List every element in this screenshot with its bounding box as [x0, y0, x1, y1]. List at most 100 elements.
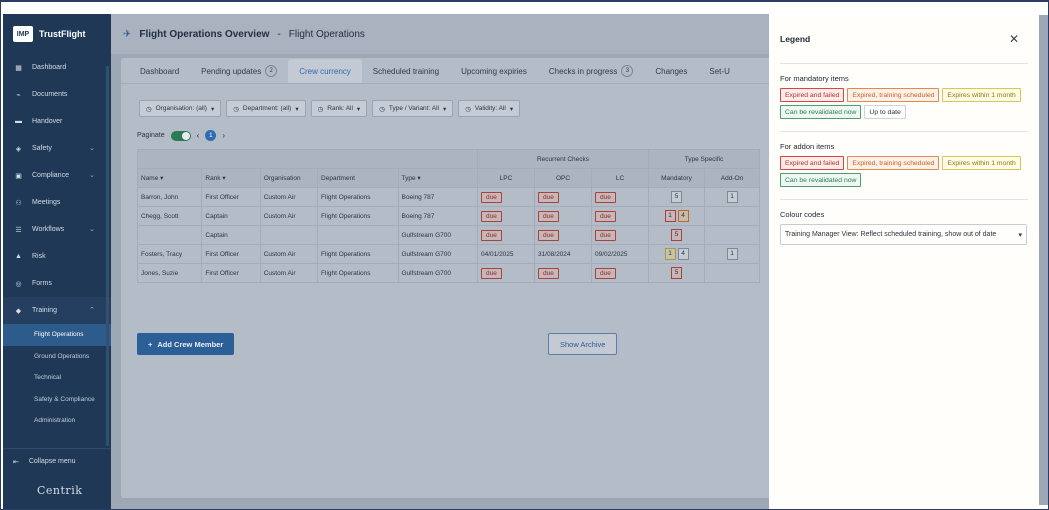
- close-icon[interactable]: ✕: [1009, 32, 1019, 46]
- sidebar-subitem-ground-operations[interactable]: Ground Operations: [3, 346, 111, 368]
- brand-logo: IMP: [13, 26, 33, 42]
- filter-department[interactable]: ◷ Department: (all) ▾: [226, 100, 306, 117]
- forms-icon: ◎: [15, 280, 22, 288]
- sidebar-subitem-administration[interactable]: Administration: [3, 410, 111, 432]
- column-header-label: Type: [401, 175, 416, 182]
- due-badge[interactable]: due: [595, 210, 616, 222]
- cell-rank: First Officer: [201, 263, 261, 283]
- due-badge[interactable]: due: [538, 210, 559, 222]
- page-number[interactable]: 1: [205, 130, 217, 141]
- sidebar-item-handover[interactable]: ▬ Handover: [3, 108, 111, 135]
- cell-mandatory: 5: [648, 263, 705, 283]
- due-badge[interactable]: due: [538, 229, 559, 241]
- count-badge[interactable]: 5: [671, 191, 682, 203]
- sidebar-item-meetings[interactable]: ⚇ Meetings: [3, 189, 111, 216]
- tab-pending-updates[interactable]: Pending updates 2: [190, 59, 288, 83]
- paginate-toggle[interactable]: [170, 130, 191, 141]
- sidebar-subitem-safety-compliance[interactable]: Safety & Compliance: [3, 389, 111, 411]
- due-badge[interactable]: due: [595, 229, 616, 241]
- column-header-rank[interactable]: Rank ▾: [201, 168, 261, 188]
- cell-opc: due: [534, 206, 592, 226]
- tab-checks-in-progress[interactable]: Checks in progress 3: [538, 59, 644, 83]
- cell-dept: [317, 225, 399, 245]
- column-header-add-on: Add-On: [704, 168, 760, 188]
- column-header-label: Department: [321, 174, 355, 182]
- sidebar-item-risk[interactable]: ▲ Risk: [3, 243, 111, 270]
- sidebar-item-dashboard[interactable]: ▦ Dashboard: [3, 54, 111, 81]
- due-badge[interactable]: due: [595, 191, 616, 203]
- cell-addon: [704, 263, 760, 283]
- cell-lpc: 04/01/2025: [477, 244, 535, 264]
- due-badge[interactable]: due: [481, 267, 502, 279]
- workflows-icon: ☰: [15, 226, 22, 234]
- sort-icon: ▾: [220, 175, 226, 182]
- cell-addon: 1: [704, 187, 760, 207]
- tab-crew-currency[interactable]: Crew currency: [288, 59, 362, 83]
- due-badge[interactable]: due: [538, 267, 559, 279]
- tab-upcoming-expiries[interactable]: Upcoming expiries: [450, 59, 538, 83]
- sidebar-item-forms[interactable]: ◎ Forms: [3, 270, 111, 297]
- count-badge[interactable]: 5: [671, 267, 682, 279]
- sidebar-item-workflows[interactable]: ☰ Workflows ⌄: [3, 216, 111, 243]
- tab-set-u[interactable]: Set-U: [698, 59, 740, 83]
- cell-name: Fosters, Tracy: [136, 244, 203, 264]
- sidebar: IMP TrustFlight ▦ Dashboard ⌁ Documents ▬ Han…: [3, 14, 111, 509]
- count-badge[interactable]: 1: [726, 191, 738, 203]
- table-row[interactable]: Captain Gulfstream G700 due due due 5: [136, 225, 760, 245]
- filter-icon: ◷: [379, 105, 385, 113]
- breadcrumb: Flight Operations: [288, 28, 365, 40]
- table-row[interactable]: Fosters, Tracy First Officer Custom Air Fli…: [136, 244, 760, 264]
- sidebar-item-compliance[interactable]: ▣ Compliance ⌄: [3, 162, 111, 189]
- due-badge[interactable]: due: [481, 210, 502, 222]
- table-row[interactable]: Barron, John First Officer Custom Air Fligh…: [136, 187, 760, 207]
- table-row[interactable]: Chegg, Scott Captain Custom Air Flight Oper…: [136, 206, 760, 226]
- count-badge[interactable]: 5: [671, 229, 682, 241]
- tab-label: Crew currency: [299, 66, 351, 76]
- next-page-icon[interactable]: ›: [222, 131, 225, 140]
- column-header-label: Organisation: [263, 174, 301, 182]
- chevron-down-icon: ▾: [1018, 231, 1022, 239]
- plus-icon: +: [148, 339, 153, 349]
- filter-rank[interactable]: ◷ Rank: All ▾: [310, 100, 368, 117]
- tab-dashboard[interactable]: Dashboard: [129, 59, 190, 83]
- filter-validity[interactable]: ◷ Validity: All ▾: [458, 100, 521, 117]
- due-badge[interactable]: due: [595, 267, 616, 279]
- table-row[interactable]: Jones, Suzie First Officer Custom Air Fligh…: [136, 263, 760, 283]
- filter-type-variant[interactable]: ◷ Type / Variant: All ▾: [372, 100, 454, 117]
- tab-changes[interactable]: Changes: [644, 59, 698, 83]
- count-badge[interactable]: 1: [726, 248, 738, 260]
- count-badge[interactable]: 1: [664, 210, 676, 222]
- cell-lpc: due: [477, 187, 535, 207]
- due-badge[interactable]: due: [538, 191, 559, 203]
- colour-codes-select[interactable]: Training Manager View: Reflect scheduled…: [780, 224, 1027, 245]
- due-badge[interactable]: due: [481, 191, 502, 203]
- backdrop-strip: [1039, 15, 1048, 505]
- sidebar-subitem-flight-operations[interactable]: Flight Operations: [3, 324, 111, 346]
- add-crew-member-label: Add Crew Member: [157, 339, 224, 349]
- cell-rank: Captain: [201, 225, 261, 245]
- sidebar-subitem-technical[interactable]: Technical: [3, 367, 111, 389]
- legend-chip-expired-training-scheduled: Expired, training scheduled: [847, 156, 940, 170]
- add-crew-member-button[interactable]: + Add Crew Member: [137, 333, 235, 355]
- column-header-name[interactable]: Name ▾: [136, 168, 203, 188]
- prev-page-icon[interactable]: ‹: [197, 131, 200, 140]
- due-badge[interactable]: due: [481, 229, 502, 241]
- filter-organisation[interactable]: ◷ Organisation: (all) ▾: [139, 100, 222, 117]
- cell-org: Custom Air: [259, 244, 319, 264]
- dashboard-icon: ▦: [15, 64, 22, 72]
- count-badge[interactable]: 1: [664, 248, 676, 260]
- sidebar-item-training[interactable]: ◆ Training ⌃: [3, 297, 111, 324]
- count-badge[interactable]: 4: [677, 248, 689, 260]
- sidebar-scrollbar[interactable]: [106, 66, 109, 446]
- column-header-type[interactable]: Type ▾: [397, 168, 478, 188]
- brand[interactable]: IMP TrustFlight: [3, 14, 111, 54]
- sidebar-item-safety[interactable]: ◈ Safety ⌄: [3, 135, 111, 162]
- content-panel: Dashboard Pending updates 2 Crew currency Sc…: [121, 58, 769, 498]
- count-badge[interactable]: 4: [677, 210, 689, 222]
- sidebar-item-documents[interactable]: ⌁ Documents: [3, 81, 111, 108]
- cell-type: Gulfstream G700: [397, 263, 478, 283]
- cell-name: Jones, Suzie: [136, 263, 203, 283]
- show-archive-button[interactable]: Show Archive: [548, 333, 618, 355]
- collapse-menu-button[interactable]: ⇤ Collapse menu: [3, 448, 111, 474]
- tab-scheduled-training[interactable]: Scheduled training: [362, 59, 450, 83]
